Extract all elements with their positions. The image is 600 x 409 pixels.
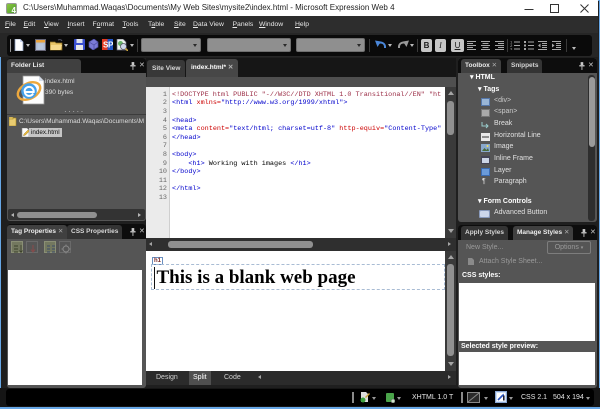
svg-text:3: 3 xyxy=(510,48,513,50)
svg-text:P: P xyxy=(108,40,113,49)
